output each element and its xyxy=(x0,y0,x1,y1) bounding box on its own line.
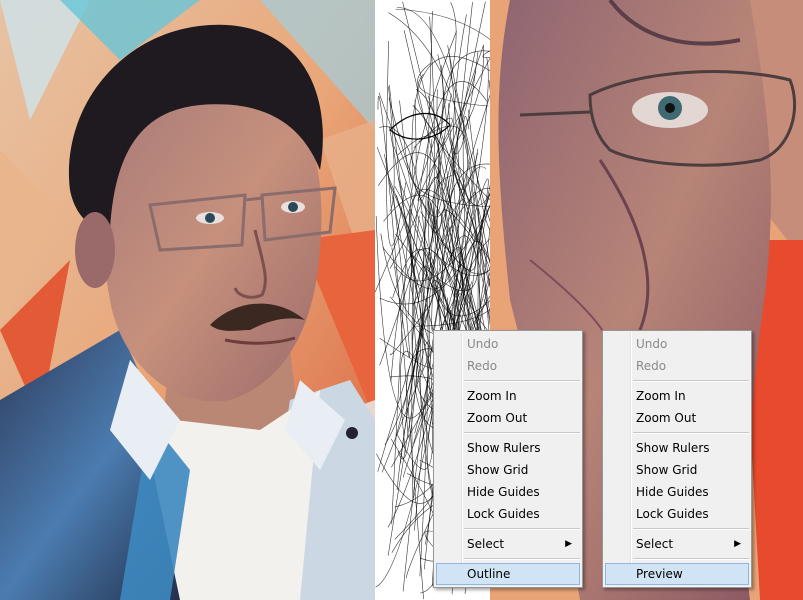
menu-item-label: Zoom In xyxy=(636,389,686,403)
portrait-artwork xyxy=(0,0,375,600)
portrait-illustration xyxy=(0,0,375,600)
outline-eye-path xyxy=(389,112,451,140)
menu-separator xyxy=(633,380,749,382)
context-menu-outline: Undo Redo Zoom In Zoom Out Show Rulers S… xyxy=(433,330,583,588)
menu-item-label: Outline xyxy=(467,567,511,581)
menu-item-label: Lock Guides xyxy=(467,507,540,521)
menu-item-label: Show Rulers xyxy=(636,441,710,455)
menu-item-zoom-out[interactable]: Zoom Out xyxy=(434,407,582,429)
context-menu-preview: Undo Redo Zoom In Zoom Out Show Rulers S… xyxy=(602,330,752,588)
menu-item-label: Lock Guides xyxy=(636,507,709,521)
menu-item-label: Select xyxy=(467,537,505,551)
menu-item-label: Redo xyxy=(636,359,667,373)
menu-separator xyxy=(633,528,749,530)
triangle-right-icon: ▶ xyxy=(565,539,572,549)
menu-item-label: Hide Guides xyxy=(467,485,540,499)
triangle-right-icon: ▶ xyxy=(734,539,741,549)
outline-path xyxy=(391,196,410,358)
menu-item-select[interactable]: Select ▶ xyxy=(603,533,751,555)
menu-item-redo[interactable]: Redo xyxy=(434,355,582,377)
menu-item-hide-guides[interactable]: Hide Guides xyxy=(434,481,582,503)
menu-item-hide-guides[interactable]: Hide Guides xyxy=(603,481,751,503)
menu-item-preview[interactable]: Preview xyxy=(605,563,749,585)
menu-item-label: Show Grid xyxy=(467,463,529,477)
menu-item-show-grid[interactable]: Show Grid xyxy=(603,459,751,481)
menu-item-select[interactable]: Select ▶ xyxy=(434,533,582,555)
menu-separator xyxy=(464,558,580,560)
menu-item-show-grid[interactable]: Show Grid xyxy=(434,459,582,481)
menu-item-show-rulers[interactable]: Show Rulers xyxy=(603,437,751,459)
menu-item-lock-guides[interactable]: Lock Guides xyxy=(603,503,751,525)
outline-path xyxy=(391,209,413,525)
menu-item-label: Show Rulers xyxy=(467,441,541,455)
menu-separator xyxy=(464,380,580,382)
menu-item-zoom-out[interactable]: Zoom Out xyxy=(603,407,751,429)
artwork-canvas[interactable]: Undo Redo Zoom In Zoom Out Show Rulers S… xyxy=(0,0,803,600)
menu-item-label: Zoom Out xyxy=(467,411,528,425)
menu-item-label: Hide Guides xyxy=(636,485,709,499)
menu-item-zoom-in[interactable]: Zoom In xyxy=(434,385,582,407)
menu-item-label: Zoom Out xyxy=(636,411,697,425)
menu-item-undo[interactable]: Undo xyxy=(603,333,751,355)
menu-item-label: Redo xyxy=(467,359,498,373)
menu-separator xyxy=(633,432,749,434)
menu-item-show-rulers[interactable]: Show Rulers xyxy=(434,437,582,459)
menu-item-lock-guides[interactable]: Lock Guides xyxy=(434,503,582,525)
menu-item-label: Undo xyxy=(636,337,668,351)
menu-item-redo[interactable]: Redo xyxy=(603,355,751,377)
menu-item-outline[interactable]: Outline xyxy=(436,563,580,585)
menu-item-undo[interactable]: Undo xyxy=(434,333,582,355)
menu-item-label: Preview xyxy=(636,567,683,581)
menu-separator xyxy=(464,528,580,530)
menu-separator xyxy=(464,432,580,434)
menu-item-label: Show Grid xyxy=(636,463,698,477)
menu-item-label: Undo xyxy=(467,337,499,351)
menu-item-label: Zoom In xyxy=(467,389,517,403)
menu-separator xyxy=(633,558,749,560)
menu-item-zoom-in[interactable]: Zoom In xyxy=(603,385,751,407)
menu-item-label: Select xyxy=(636,537,674,551)
